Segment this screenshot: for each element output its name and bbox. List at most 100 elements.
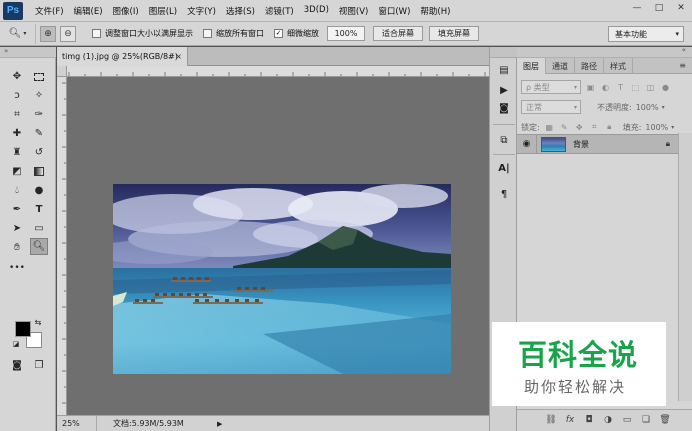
resize-windows-option[interactable]: 调整窗口大小以满屏显示 [92, 28, 193, 39]
marquee-tool-icon[interactable] [30, 68, 48, 85]
collapse-icon[interactable]: « [682, 46, 686, 54]
tab-layers[interactable]: 图层 [517, 58, 546, 74]
new-layer-icon[interactable]: ❏ [640, 415, 652, 425]
lock-all-icon[interactable]: 🔒︎ [604, 122, 615, 133]
crop-tool-icon[interactable]: ⌗ [8, 106, 26, 123]
new-adjustment-layer-icon[interactable]: ◑ [602, 415, 614, 425]
horizontal-ruler[interactable] [67, 66, 489, 77]
delete-layer-icon[interactable]: 🗑︎ [659, 415, 671, 425]
lock-transparency-icon[interactable]: ▦ [544, 122, 555, 133]
zoom-all-option[interactable]: 缩放所有窗口 [203, 28, 264, 39]
quick-mask-icon[interactable]: ◙ [8, 357, 26, 374]
clone-source-panel-icon[interactable]: ⧉ [496, 133, 512, 147]
zoom-tool-icon[interactable]: 🔍︎ [30, 238, 48, 255]
layer-row-background[interactable]: ◉ 背景 🔒︎ [517, 134, 678, 154]
layer-style-icon[interactable]: fx [564, 415, 576, 425]
eyedropper-tool-icon[interactable]: ✑ [30, 106, 48, 123]
ruler-origin[interactable] [57, 66, 67, 77]
path-selection-tool-icon[interactable]: ➤ [8, 220, 26, 237]
menu-help[interactable]: 帮助(H) [420, 5, 450, 17]
gradient-tool-icon[interactable] [30, 163, 48, 180]
paragraph-panel-icon[interactable]: ¶ [496, 187, 512, 201]
lock-pixels-icon[interactable]: ✎ [559, 122, 570, 133]
document-image[interactable] [113, 184, 451, 374]
vertical-ruler[interactable] [57, 77, 67, 415]
eraser-tool-icon[interactable]: ◩ [8, 163, 26, 180]
magic-wand-tool-icon[interactable]: ✧ [30, 87, 48, 104]
layer-filter-dropdown[interactable]: ρ 类型 ▾ [521, 80, 581, 94]
menu-3d[interactable]: 3D(D) [304, 5, 329, 17]
hand-tool-icon[interactable]: ✋︎ [8, 239, 26, 256]
shape-filter-icon[interactable]: ⬚ [630, 82, 641, 93]
type-filter-icon[interactable]: T [615, 82, 626, 93]
rectangle-tool-icon[interactable]: ▭ [30, 220, 48, 237]
scrubby-zoom-checkbox[interactable]: ✓ [274, 29, 283, 38]
move-tool-icon[interactable]: ✥ [8, 68, 26, 85]
lock-position-icon[interactable]: ✥ [574, 122, 585, 133]
healing-brush-tool-icon[interactable]: ✚ [8, 125, 26, 142]
strip-grip[interactable] [490, 47, 518, 58]
minimize-button[interactable]: — [626, 0, 648, 16]
link-layers-icon[interactable]: ⛓ [545, 415, 557, 425]
close-button[interactable]: ✕ [670, 0, 692, 16]
menu-window[interactable]: 窗口(W) [378, 5, 410, 17]
menu-image[interactable]: 图像(I) [113, 5, 139, 17]
default-colors-icon[interactable]: ◪ [11, 339, 21, 349]
smart-object-filter-icon[interactable]: ◫ [645, 82, 656, 93]
scrubby-zoom-option[interactable]: ✓ 细微缩放 [274, 28, 319, 39]
canvas-pasteboard[interactable] [68, 78, 489, 415]
tab-channels[interactable]: 通道 [546, 58, 575, 74]
brush-tool-icon[interactable]: ✎ [30, 125, 48, 142]
tab-paths[interactable]: 路径 [575, 58, 604, 74]
screen-mode-icon[interactable]: ❐ [30, 357, 48, 374]
filter-toggle-icon[interactable]: ● [660, 82, 671, 93]
resize-windows-checkbox[interactable] [92, 29, 101, 38]
character-panel-icon[interactable]: A| [496, 161, 512, 175]
opacity-value[interactable]: 100% [636, 103, 659, 112]
maximize-button[interactable]: □ [648, 0, 670, 16]
zoom-in-button[interactable]: ⊕ [40, 25, 56, 42]
blur-tool-icon[interactable]: 💧︎ [8, 182, 26, 199]
properties-panel-icon[interactable]: ◙ [496, 101, 512, 115]
tool-preset-picker[interactable]: 🔍︎ ▾ [0, 23, 36, 44]
menu-select[interactable]: 选择(S) [226, 5, 255, 17]
status-zoom-level[interactable]: 25% [57, 415, 97, 431]
fill-value[interactable]: 100% [645, 123, 668, 132]
lock-artboard-icon[interactable]: ⌗ [589, 122, 600, 133]
pen-tool-icon[interactable]: ✒ [8, 201, 26, 218]
actions-panel-icon[interactable]: ▶ [496, 83, 512, 97]
layers-panel-grip[interactable]: « [517, 46, 692, 58]
tools-panel-grip[interactable]: » [0, 47, 56, 58]
menu-file[interactable]: 文件(F) [35, 5, 64, 17]
history-brush-tool-icon[interactable]: ↺ [30, 144, 48, 161]
type-tool-icon[interactable]: T [30, 201, 48, 218]
zoom-out-button[interactable]: ⊖ [60, 25, 76, 42]
visibility-eye-icon[interactable]: ◉ [517, 134, 537, 154]
zoom-percent-field[interactable]: 100% [327, 26, 365, 41]
history-panel-icon[interactable]: ▤ [496, 63, 512, 77]
menu-view[interactable]: 视图(V) [339, 5, 368, 17]
adjustment-filter-icon[interactable]: ◐ [600, 82, 611, 93]
menu-filter[interactable]: 滤镜(T) [265, 5, 294, 17]
menu-edit[interactable]: 编辑(E) [74, 5, 103, 17]
status-menu-arrow-icon[interactable]: ▶ [217, 420, 222, 428]
layers-scrollbar[interactable] [678, 133, 692, 401]
fill-screen-button[interactable]: 填充屏幕 [429, 26, 479, 41]
zoom-all-checkbox[interactable] [203, 29, 212, 38]
edit-toolbar-icon[interactable]: ••• [8, 260, 26, 277]
dodge-tool-icon[interactable]: ● [30, 182, 48, 199]
lasso-tool-icon[interactable]: ↄ [8, 87, 26, 104]
layer-name[interactable]: 背景 [573, 139, 589, 150]
menu-layer[interactable]: 图层(L) [149, 5, 177, 17]
add-mask-icon[interactable]: ◘ [583, 415, 595, 425]
fit-screen-button[interactable]: 适合屏幕 [373, 26, 423, 41]
workspace-switcher[interactable]: 基本功能 ▾ [608, 26, 684, 42]
swap-colors-icon[interactable]: ⇆ [33, 318, 43, 328]
menu-type[interactable]: 文字(Y) [187, 5, 216, 17]
panel-menu-icon[interactable]: ≡ [679, 61, 686, 70]
new-group-icon[interactable]: ▭ [621, 415, 633, 425]
layer-lock-icon[interactable]: 🔒︎ [666, 139, 670, 149]
clone-stamp-tool-icon[interactable]: ♜ [8, 144, 26, 161]
document-tab[interactable]: timg (1).jpg @ 25%(RGB/8#) × [57, 47, 188, 66]
chevron-down-icon[interactable]: ▾ [662, 104, 665, 111]
